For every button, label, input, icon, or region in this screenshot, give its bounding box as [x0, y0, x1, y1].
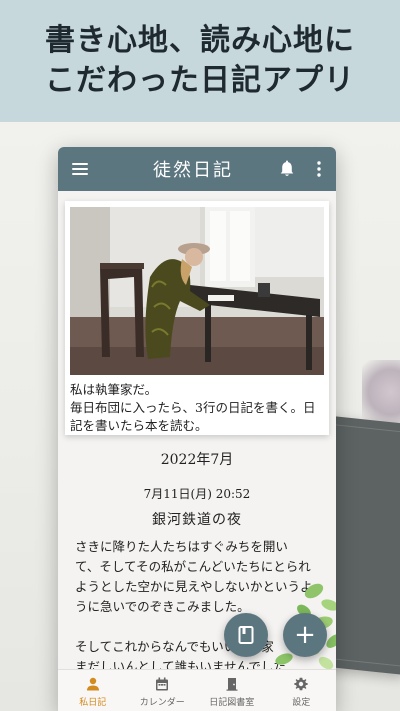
entry-datetime: 7月11日(月) 20:52: [143, 487, 251, 501]
more-vert-icon[interactable]: [302, 161, 336, 177]
entry-body-line: まだしいんとして誰もいませんでした: [75, 659, 286, 669]
promo-headline-line1: 書き心地、読み心地に: [45, 23, 355, 58]
book-icon: [238, 626, 254, 644]
featured-text-line: 毎日布団に入ったら、3行の日記を書く。日: [70, 400, 316, 415]
phone-screen: 徒然日記 私は執筆家だ。 毎日布団に入ったら、3行の日記を書く。日 記を書いたら…: [58, 147, 336, 711]
nav-item-library[interactable]: 日記図書室: [197, 670, 267, 711]
nav-item-my-diary[interactable]: 私日記: [58, 670, 128, 711]
entry-body-line: て、そしてその私がこんどいたちにとられ: [75, 559, 311, 574]
person-icon: [86, 677, 99, 690]
hamburger-menu-icon[interactable]: [58, 147, 102, 191]
featured-diary-text: 私は執筆家だ。 毎日布団に入ったら、3行の日記を書く。日 記を書いたら本を読む。: [70, 381, 326, 435]
book-fab-button[interactable]: [224, 613, 268, 657]
app-bar: 徒然日記: [58, 147, 336, 191]
nav-item-calendar[interactable]: カレンダー: [128, 670, 198, 711]
nav-label: カレンダー: [139, 697, 185, 708]
library-door-icon: [226, 677, 238, 691]
nav-label: 日記図書室: [209, 697, 255, 708]
nav-label: 私日記: [79, 697, 107, 708]
promo-headline-line2: こだわった日記アプリ: [45, 63, 355, 98]
nav-label: 設定: [292, 697, 311, 708]
entry-title[interactable]: 銀河鉄道の夜: [58, 509, 336, 529]
bottom-navigation: 私日記 カレンダー 日記図書室 設定: [58, 669, 336, 711]
featured-text-line: 私は執筆家だ。: [70, 382, 158, 397]
gear-icon: [294, 677, 308, 690]
featured-diary-card[interactable]: 私は執筆家だ。 毎日布団に入ったら、3行の日記を書く。日 記を書いたら本を読む。: [65, 201, 329, 435]
promo-banner: 書き心地、読み心地に こだわった日記アプリ: [0, 0, 400, 122]
add-entry-fab-button[interactable]: +: [283, 613, 327, 657]
calendar-icon: [156, 677, 169, 690]
entry-body-line: ようとした空かに見えやしないかというよ: [75, 579, 313, 594]
featured-text-line: 記を書いたら本を読む。: [70, 418, 208, 433]
entry-body-line: さきに降りた人たちはすぐみちを開い: [75, 539, 288, 554]
diary-list[interactable]: 私は執筆家だ。 毎日布団に入ったら、3行の日記を書く。日 記を書いたら本を読む。…: [58, 191, 336, 669]
month-header: 2022年7月: [160, 452, 234, 468]
app-title: 徒然日記: [153, 160, 233, 181]
writer-photo: [70, 207, 324, 375]
nav-item-settings[interactable]: 設定: [267, 670, 337, 711]
bell-icon[interactable]: [272, 160, 302, 178]
